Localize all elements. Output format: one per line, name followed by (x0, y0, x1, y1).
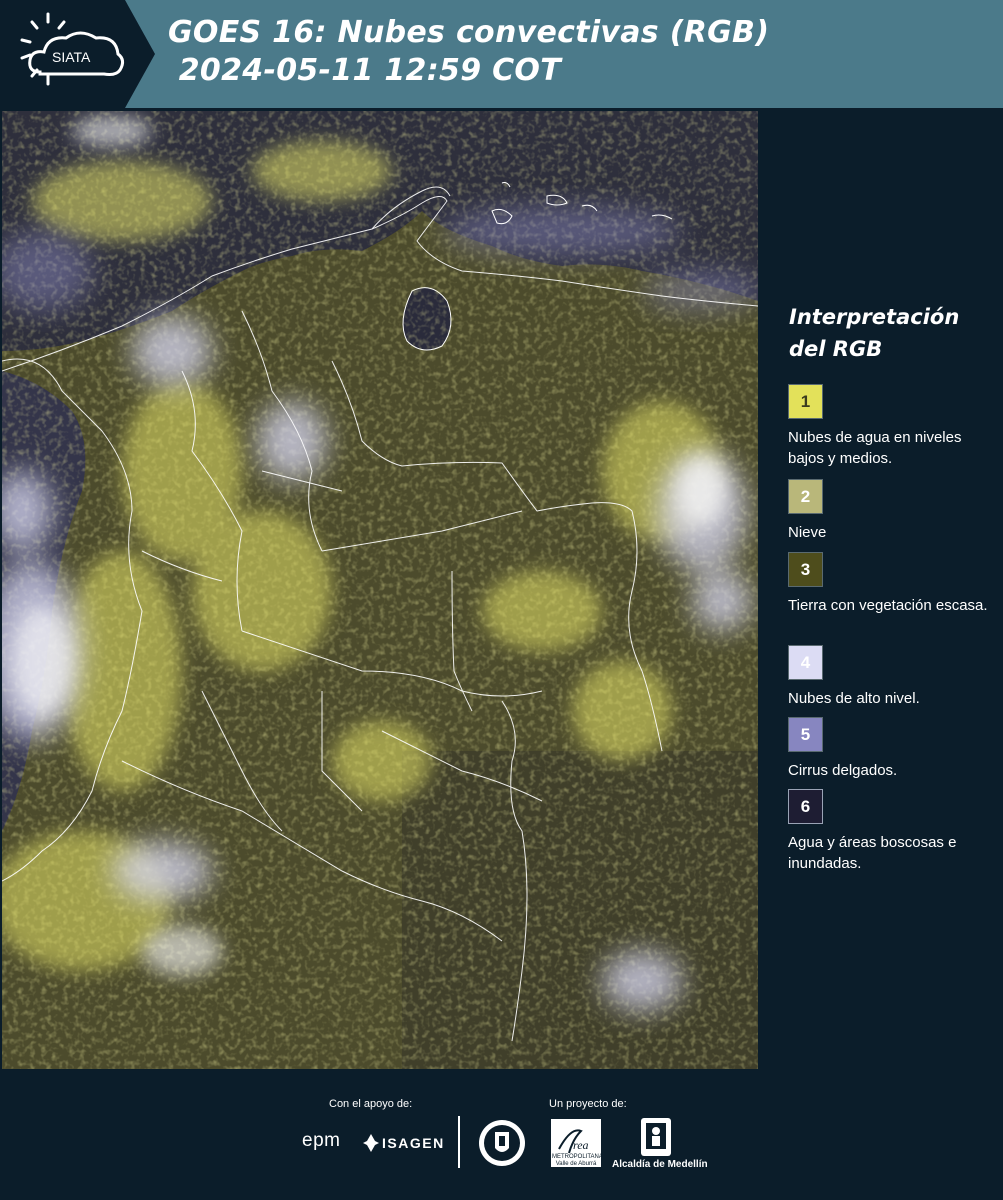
legend-swatch-1: 1 (788, 384, 823, 419)
svg-text:SIATA: SIATA (52, 49, 91, 65)
isagen-label: ISAGEN (382, 1135, 445, 1151)
legend-number-6: 6 (800, 796, 811, 816)
medellin-seal-icon (479, 1120, 525, 1166)
svg-text:rea: rea (573, 1138, 589, 1152)
satellite-map[interactable] (2, 111, 758, 1069)
legend-number-4: 4 (800, 652, 811, 672)
legend-item-1: 1 Nubes de agua en niveles bajos y medio… (788, 384, 998, 469)
header-bar: SIATA GOES 16: Nubes convectivas (RGB) 2… (0, 0, 1003, 108)
title-line-1: GOES 16: Nubes convectivas (RGB) (168, 15, 770, 50)
legend-label-3: Tierra con vegetación escasa. (788, 597, 988, 614)
page-title: GOES 16: Nubes convectivas (RGB) 2024-05… (168, 14, 769, 90)
legend-item-3: 3 Tierra con vegetación escasa. (788, 552, 998, 616)
title-line-2: 2024-05-11 12:59 COT (168, 53, 562, 88)
legend-number-1: 1 (800, 391, 811, 411)
legend-swatch-5: 5 (788, 717, 823, 752)
legend-label-2: Nieve (788, 524, 827, 541)
legend-item-5: 5 Cirrus delgados. (788, 717, 998, 781)
legend-item-6: 6 Agua y áreas boscosas e inundadas. (788, 789, 998, 874)
footer: Con el apoyo de: Un proyecto de: epm ISA… (0, 1069, 1003, 1200)
legend-number-5: 5 (800, 724, 811, 744)
rgb-legend-panel: Interpretación del RGB 1 Nubes de agua e… (762, 111, 1003, 1069)
legend-item-4: 4 Nubes de alto nivel. (788, 645, 998, 709)
alcaldia-shield-icon (641, 1118, 671, 1156)
legend-number-2: 2 (800, 486, 811, 506)
legend-label-5: Cirrus delgados. (788, 762, 898, 779)
legend-swatch-4: 4 (788, 645, 823, 680)
legend-label-1: Nubes de agua en niveles bajos y medios. (788, 429, 962, 467)
legend-number-3: 3 (800, 559, 811, 579)
legend-label-4: Nubes de alto nivel. (788, 690, 920, 707)
support-label: Con el apoyo de: (329, 1098, 413, 1110)
isagen-icon (363, 1134, 379, 1152)
legend-title: Interpretación del RGB (789, 305, 960, 361)
legend-item-2: 2 Nieve (788, 479, 998, 543)
legend-swatch-3: 3 (788, 552, 823, 587)
legend-label-6: Agua y áreas boscosas e inundadas. (788, 834, 957, 872)
area-metropolitana-label: METROPOLITANA Valle de Aburrá (552, 1154, 603, 1167)
legend-swatch-2: 2 (788, 479, 823, 514)
epm-logo: epm (302, 1130, 341, 1151)
footer-divider (458, 1116, 460, 1168)
project-label: Un proyecto de: (549, 1098, 627, 1110)
legend-swatch-6: 6 (788, 789, 823, 824)
siata-logo: SIATA (0, 0, 155, 108)
alcaldia-label: Alcaldía de Medellín (612, 1159, 708, 1170)
